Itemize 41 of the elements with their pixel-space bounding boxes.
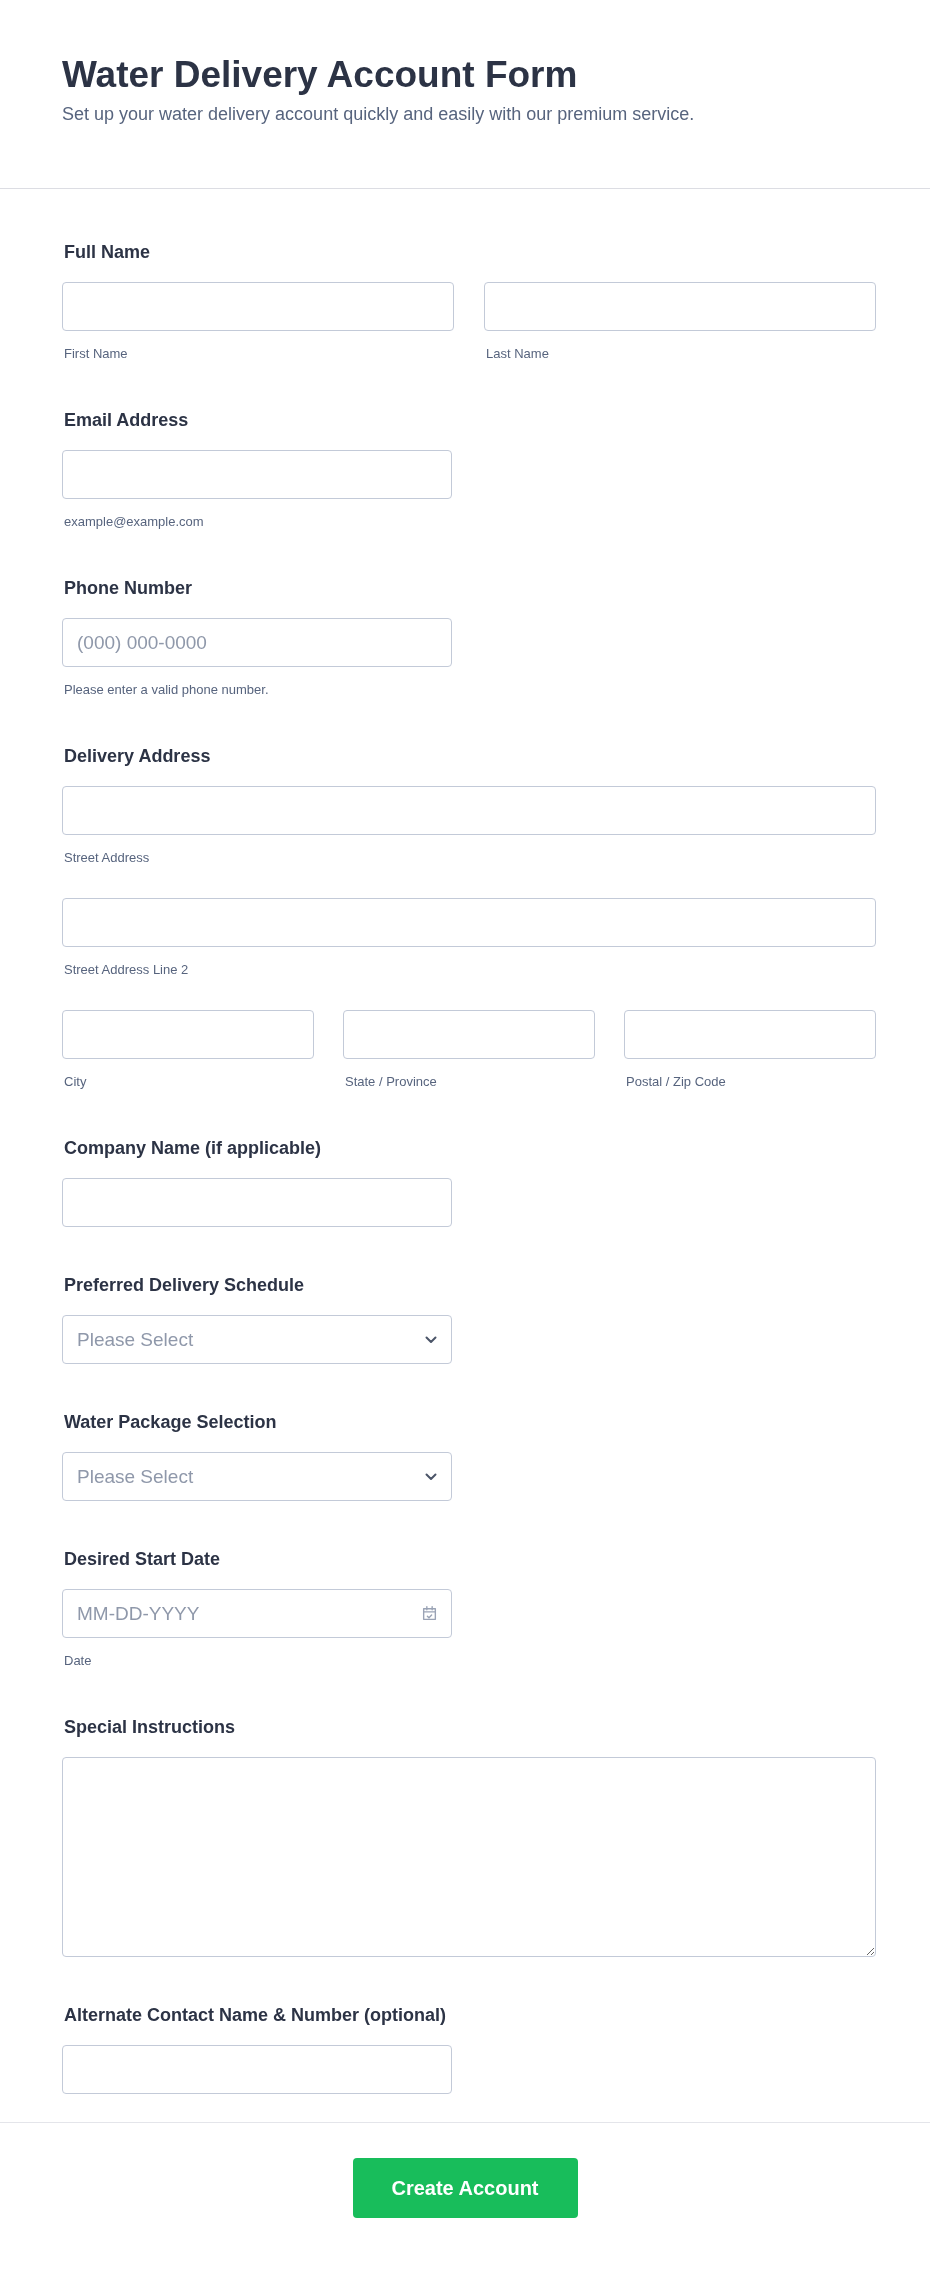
text-field[interactable] bbox=[62, 450, 452, 499]
field-sublabel: Please enter a valid phone number. bbox=[64, 682, 270, 698]
field-sublabel: example@example.com bbox=[64, 514, 205, 530]
field-label: Desired Start Date bbox=[64, 1548, 222, 1570]
field-sublabel: Postal / Zip Code bbox=[626, 1074, 727, 1090]
field-sublabel: Street Address Line 2 bbox=[64, 962, 190, 978]
field-label: Full Name bbox=[64, 241, 152, 263]
text-field[interactable] bbox=[484, 282, 876, 331]
field-label: Email Address bbox=[64, 409, 190, 431]
field-label: Company Name (if applicable) bbox=[64, 1137, 323, 1159]
text-field[interactable] bbox=[62, 1178, 452, 1227]
date-field[interactable]: MM-DD-YYYY bbox=[62, 1589, 452, 1638]
field-label: Alternate Contact Name & Number (optional) bbox=[64, 2004, 448, 2026]
field-sublabel: State / Province bbox=[345, 1074, 438, 1090]
field-label: Water Package Selection bbox=[64, 1411, 278, 1433]
field-label: Delivery Address bbox=[64, 745, 212, 767]
text-field[interactable] bbox=[62, 282, 454, 331]
field-sublabel: Last Name bbox=[486, 346, 550, 362]
field-label: Preferred Delivery Schedule bbox=[64, 1274, 306, 1296]
form-subtitle: Set up your water delivery account quickly and easily with our premium service. bbox=[62, 103, 696, 126]
text-field[interactable]: (000) 000-0000 bbox=[62, 618, 452, 667]
text-field[interactable] bbox=[62, 786, 876, 835]
text-field[interactable] bbox=[62, 898, 876, 947]
field-sublabel: Date bbox=[64, 1653, 93, 1669]
field-sublabel: Street Address bbox=[64, 850, 151, 866]
field-label: Special Instructions bbox=[64, 1716, 237, 1738]
text-field[interactable] bbox=[62, 2045, 452, 2094]
field-label: Phone Number bbox=[64, 577, 193, 599]
text-field[interactable] bbox=[62, 1010, 314, 1059]
chevron-down-icon bbox=[425, 1335, 437, 1344]
text-area[interactable] bbox=[62, 1757, 876, 1957]
dropdown-field[interactable]: Please Select bbox=[62, 1315, 452, 1364]
text-field[interactable] bbox=[624, 1010, 876, 1059]
field-sublabel: First Name bbox=[64, 346, 129, 362]
dropdown-field[interactable]: Please Select bbox=[62, 1452, 452, 1501]
calendar-icon[interactable] bbox=[421, 1605, 438, 1622]
field-sublabel: City bbox=[64, 1074, 88, 1090]
create-account-button[interactable]: Create Account bbox=[352, 2158, 578, 2218]
chevron-down-icon bbox=[425, 1472, 437, 1481]
form-title: Water Delivery Account Form bbox=[62, 53, 579, 97]
text-field[interactable] bbox=[343, 1010, 595, 1059]
